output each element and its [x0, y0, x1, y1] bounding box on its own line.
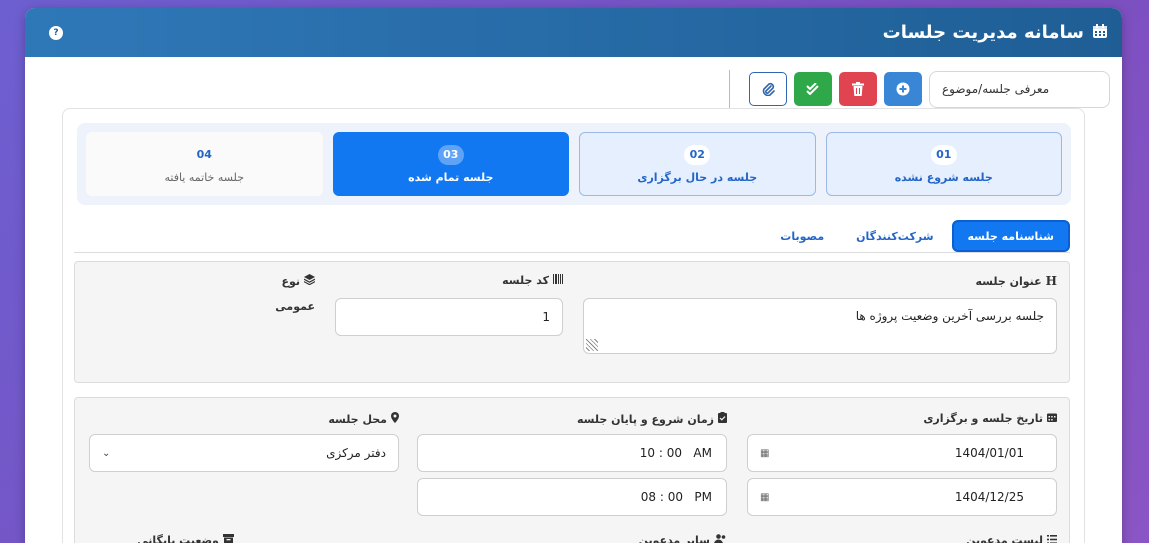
- invitees-list-label: لیست مدعوین: [966, 534, 1057, 543]
- schedule-card: تاریخ جلسه و برگزاری 1404/01/01 ▦ 1404/1…: [74, 397, 1070, 543]
- step-number: 02: [684, 144, 711, 165]
- date-field-label: تاریخ جلسه و برگزاری: [923, 412, 1057, 425]
- chevron-down-icon: ⌄: [102, 447, 111, 459]
- topic-field[interactable]: معرفی جلسه/موضوع: [929, 70, 1110, 108]
- delete-button[interactable]: [839, 72, 877, 106]
- start-time-input[interactable]: 10 : 00 AM: [417, 434, 727, 472]
- app-header: ? سامانه مدیریت جلسات: [25, 8, 1122, 57]
- step-number: 01: [930, 144, 957, 165]
- step-number: 03: [437, 144, 464, 165]
- tab-participants[interactable]: شرکت‌کنندگان: [842, 220, 947, 252]
- barcode-icon: [553, 274, 563, 287]
- step-finished[interactable]: 03 جلسه تمام شده: [332, 132, 569, 196]
- calendar-icon: [1047, 412, 1057, 425]
- toolbar: معرفی جلسه/موضوع: [717, 70, 1110, 108]
- step-label: جلسه در حال برگزاری: [637, 170, 758, 184]
- list-icon: [1047, 534, 1057, 543]
- page-title: سامانه مدیریت جلسات: [882, 22, 1084, 43]
- users-icon: [714, 534, 727, 543]
- step-label: جلسه شروع نشده: [894, 170, 993, 184]
- other-invitees-label: سایر مدعوین: [639, 534, 727, 543]
- time-field-label: زمان شروع و پایان جلسه: [577, 412, 727, 426]
- resize-handle[interactable]: [586, 339, 598, 351]
- code-field-label: کد جلسه: [502, 274, 563, 287]
- help-icon[interactable]: ?: [49, 25, 63, 40]
- calendar-picker-icon[interactable]: ▦: [760, 448, 769, 459]
- status-stepper: 01 جلسه شروع نشده 02 جلسه در حال برگزاری…: [77, 123, 1071, 205]
- tab-resolutions[interactable]: مصوبات: [766, 220, 838, 252]
- start-date-input[interactable]: 1404/01/01 ▦: [747, 434, 1057, 472]
- tab-bar: شناسنامه جلسه شرکت‌کنندگان مصوبات: [74, 219, 1070, 253]
- double-check-icon: [806, 83, 819, 95]
- step-closed[interactable]: 04 جلسه خاتمه یافته: [86, 132, 323, 196]
- app-window: ? سامانه مدیریت جلسات معرفی جلسه/موضوع 0…: [25, 8, 1122, 543]
- meeting-type-value: عمومی: [275, 300, 315, 313]
- plus-circle-icon: [896, 82, 910, 96]
- main-panel: 01 جلسه شروع نشده 02 جلسه در حال برگزاری…: [62, 108, 1085, 543]
- tab-meeting-profile[interactable]: شناسنامه جلسه: [951, 220, 1070, 252]
- clipboard-check-icon: [718, 412, 727, 426]
- trash-icon: [852, 82, 864, 96]
- confirm-button[interactable]: [794, 72, 832, 106]
- step-not-started[interactable]: 01 جلسه شروع نشده: [825, 132, 1062, 196]
- layers-icon: [303, 274, 316, 288]
- paperclip-icon: [762, 82, 775, 96]
- place-field-label: محل جلسه: [328, 412, 399, 426]
- meeting-code-input[interactable]: 1: [335, 298, 563, 336]
- attach-button[interactable]: [749, 72, 787, 106]
- meeting-title-textarea[interactable]: جلسه بررسی آخرین وضعیت پروژه ها: [583, 298, 1057, 354]
- calendar-picker-icon[interactable]: ▦: [760, 492, 769, 503]
- toolbar-divider: [729, 70, 730, 108]
- header-title-group: سامانه مدیریت جلسات: [883, 22, 1108, 43]
- title-field-label: H عنوان جلسه: [975, 274, 1057, 288]
- step-label: جلسه خاتمه یافته: [164, 170, 244, 184]
- step-in-progress[interactable]: 02 جلسه در حال برگزاری: [579, 132, 816, 196]
- archive-icon: [223, 534, 234, 543]
- map-pin-icon: [391, 412, 399, 426]
- type-field-label: نوع: [281, 274, 316, 288]
- place-select[interactable]: دفتر مرکزی ⌄: [89, 434, 399, 472]
- add-button[interactable]: [884, 72, 922, 106]
- step-number: 04: [196, 148, 212, 161]
- step-label: جلسه تمام شده: [408, 170, 494, 184]
- archive-status-label: وضعیت بایگانی: [137, 534, 234, 543]
- heading-icon: H: [1045, 274, 1057, 288]
- end-time-input[interactable]: 08 : 00 PM: [417, 478, 727, 516]
- end-date-input[interactable]: 1404/12/25 ▦: [747, 478, 1057, 516]
- meeting-info-card: H عنوان جلسه جلسه بررسی آخرین وضعیت پروژ…: [74, 261, 1070, 383]
- calendar-icon: [1092, 23, 1108, 43]
